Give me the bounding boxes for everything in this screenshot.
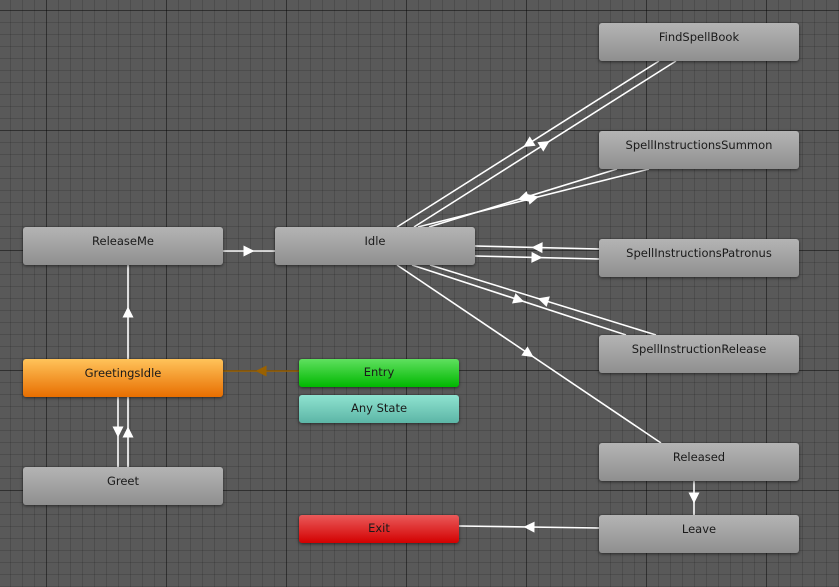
state-label: Greet [106,474,140,488]
state-label: SpellInstructionsSummon [625,138,773,152]
arrowhead-icon [122,306,134,318]
state-label: Entry [363,365,395,379]
state-greetings-idle[interactable]: GreetingsIdle [23,359,223,397]
state-label: ReleaseMe [92,234,154,248]
transition-idle-to-spellinstructionspatronus[interactable] [474,251,600,263]
state-leave[interactable]: Leave [599,515,799,553]
arrowhead-icon [531,251,543,263]
transition-released-to-leave[interactable] [688,481,700,515]
state-idle[interactable]: Idle [275,227,475,265]
transition-greetingsidle-to-releaseme[interactable] [122,265,134,359]
arrowhead-icon [255,365,267,377]
arrowhead-icon [523,521,535,533]
state-find-spell-book[interactable]: FindSpellBook [599,23,799,61]
arrowhead-icon [523,136,536,147]
arrowhead-icon [688,492,700,504]
arrowhead-icon [122,426,134,438]
state-label: Leave [681,522,717,536]
state-label: GreetingsIdle [84,366,162,380]
entry-node[interactable]: Entry [299,359,459,387]
transition-spellinstructionspatronus-to-idle[interactable] [474,242,600,254]
transition-spellinstructionssummon-to-idle[interactable] [428,168,618,228]
state-label: SpellInstructionRelease [631,342,767,356]
arrowhead-icon [243,245,255,257]
transition-entry-to-greetingsidle[interactable] [223,365,299,377]
state-spell-instructions-summon[interactable]: SpellInstructionsSummon [599,131,799,169]
transition-leave-to-exit[interactable] [458,521,600,533]
arrowhead-icon [537,296,550,307]
state-release-me[interactable]: ReleaseMe [23,227,223,265]
transition-releaseme-to-idle[interactable] [223,245,275,257]
arrowhead-icon [521,346,534,358]
state-label: Exit [368,521,390,535]
state-released[interactable]: Released [599,443,799,481]
transition-greet-to-greetingsidle[interactable] [122,397,134,467]
arrowhead-icon [517,191,530,202]
arrowhead-icon [112,426,124,438]
state-label: Any State [350,401,408,415]
exit-node[interactable]: Exit [299,515,459,543]
arrowhead-icon [531,242,543,254]
any-state-node[interactable]: Any State [299,395,459,423]
state-spell-instruction-release[interactable]: SpellInstructionRelease [599,335,799,373]
state-greet[interactable]: Greet [23,467,223,505]
state-label: Idle [364,234,386,248]
state-label: FindSpellBook [658,30,740,44]
transition-greetingsidle-to-greet[interactable] [112,397,124,467]
transition-idle-to-spellinstructionrelease[interactable] [411,264,627,336]
state-label: Released [672,450,726,464]
state-spell-instructions-patronus[interactable]: SpellInstructionsPatronus [599,239,799,277]
state-label: SpellInstructionsPatronus [626,246,772,260]
arrowhead-icon [512,293,525,304]
arrowhead-icon [537,141,550,152]
transition-idle-to-spellinstructionssummon[interactable] [417,168,650,228]
